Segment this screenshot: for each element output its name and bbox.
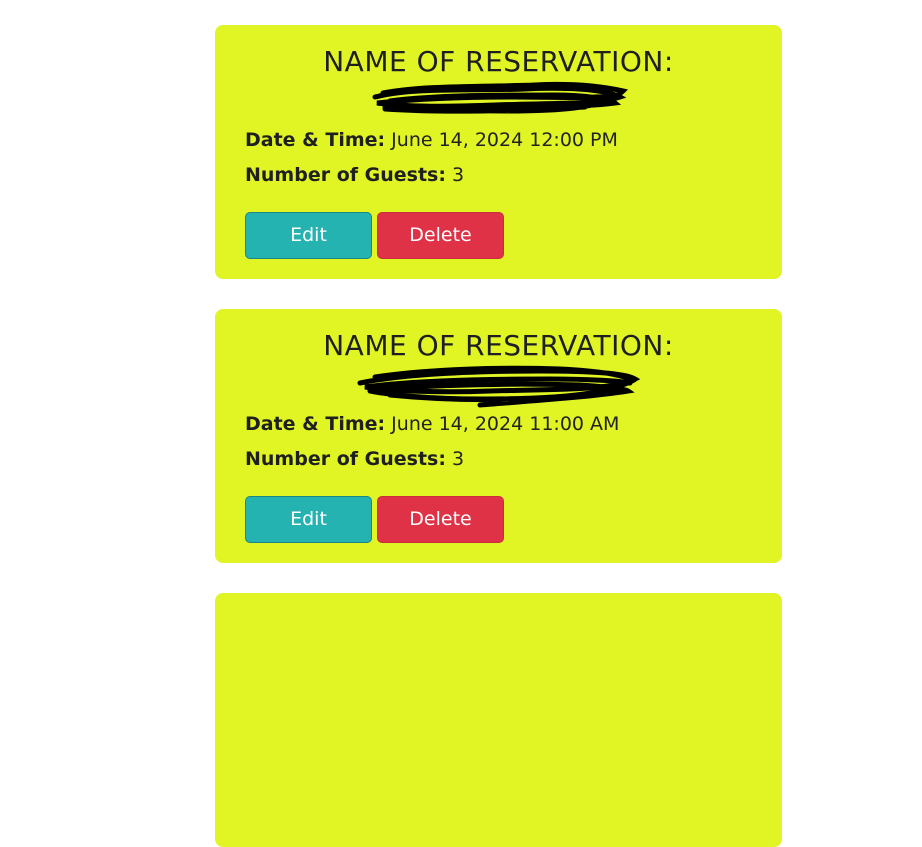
reservation-title: NAME OF RESERVATION: bbox=[323, 45, 674, 78]
guests-label: Number of Guests: bbox=[245, 164, 446, 186]
date-time-row: Date & Time: June 14, 2024 11:00 AM bbox=[245, 413, 619, 435]
redacted-reservation-name bbox=[372, 81, 628, 114]
delete-button[interactable]: Delete bbox=[377, 496, 504, 543]
date-time-value: June 14, 2024 12:00 PM bbox=[391, 129, 618, 151]
guests-row: Number of Guests: 3 bbox=[245, 448, 464, 470]
delete-button[interactable]: Delete bbox=[377, 212, 504, 259]
edit-button[interactable]: Edit bbox=[245, 212, 372, 259]
guests-label: Number of Guests: bbox=[245, 448, 446, 470]
reservation-card: NAME OF RESERVATION: Date & Time: June 1… bbox=[215, 309, 782, 563]
date-time-row: Date & Time: June 14, 2024 12:00 PM bbox=[245, 129, 618, 151]
edit-button[interactable]: Edit bbox=[245, 496, 372, 543]
reservation-card-partial bbox=[215, 593, 782, 847]
reservation-title: NAME OF RESERVATION: bbox=[323, 329, 674, 362]
date-time-label: Date & Time: bbox=[245, 129, 386, 151]
date-time-label: Date & Time: bbox=[245, 413, 386, 435]
redacted-reservation-name bbox=[357, 365, 641, 408]
reservation-card: NAME OF RESERVATION: Date & Time: June 1… bbox=[215, 25, 782, 279]
guests-row: Number of Guests: 3 bbox=[245, 164, 464, 186]
date-time-value: June 14, 2024 11:00 AM bbox=[391, 413, 620, 435]
guests-value: 3 bbox=[452, 164, 465, 186]
guests-value: 3 bbox=[452, 448, 465, 470]
